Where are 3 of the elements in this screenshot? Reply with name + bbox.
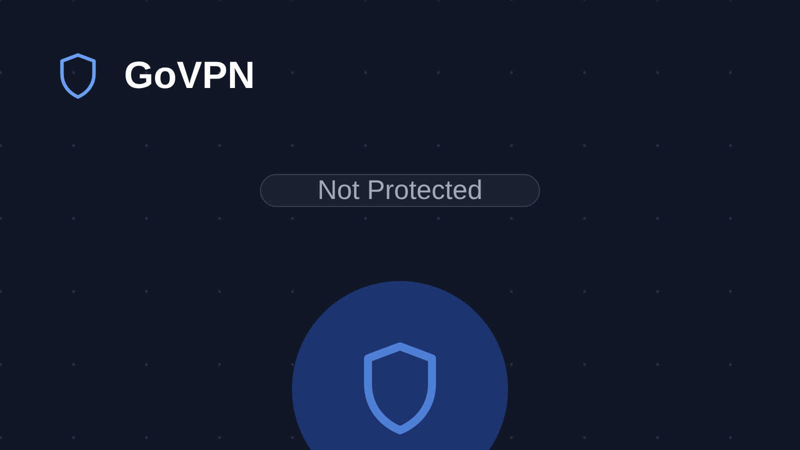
app-title: GoVPN	[124, 54, 255, 98]
shield-icon	[58, 52, 98, 100]
status-badge: Not Protected	[260, 174, 540, 207]
